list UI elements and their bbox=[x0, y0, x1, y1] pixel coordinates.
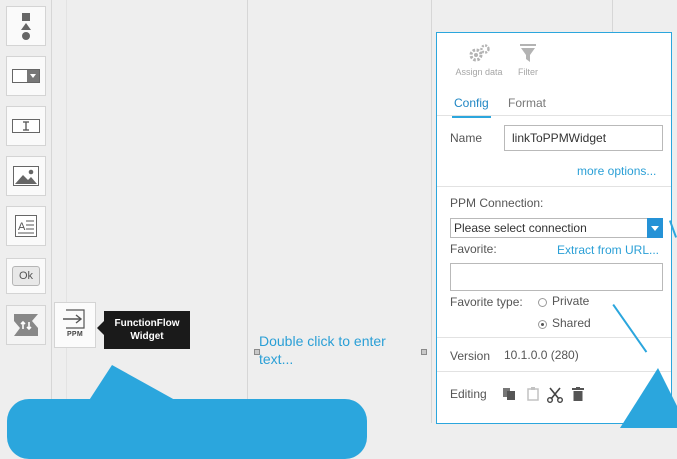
radio-private-button[interactable] bbox=[538, 298, 547, 307]
text-block-icon: A bbox=[15, 215, 37, 237]
connection-select-value: Please select connection bbox=[454, 221, 587, 235]
image-tool[interactable] bbox=[6, 156, 46, 196]
function-flow-tool[interactable] bbox=[6, 305, 46, 345]
more-options-link[interactable]: more options... bbox=[577, 164, 656, 178]
tooltip-line: Widget bbox=[130, 331, 164, 342]
filter-button[interactable]: Filter bbox=[511, 43, 545, 77]
cut-icon[interactable] bbox=[547, 387, 563, 403]
name-field[interactable]: linkToPPMWidget bbox=[504, 125, 663, 151]
radio-shared-button[interactable] bbox=[538, 320, 547, 329]
tooltip: FunctionFlow Widget bbox=[97, 311, 190, 349]
text-input-icon bbox=[12, 119, 40, 133]
tab-format[interactable]: Format bbox=[508, 96, 546, 110]
rich-text-tool[interactable]: A bbox=[6, 206, 46, 246]
panel-tabs: Config Format bbox=[437, 91, 671, 118]
tooltip-line: FunctionFlow bbox=[114, 318, 180, 329]
tab-config[interactable]: Config bbox=[452, 96, 491, 118]
panel-toolbar: Assign data Filter bbox=[437, 33, 671, 89]
grid-line bbox=[247, 0, 248, 423]
radio-private-label[interactable]: Private bbox=[552, 294, 589, 308]
gears-icon bbox=[469, 44, 490, 62]
ok-button-icon: Ok bbox=[12, 266, 40, 286]
textbox-tool[interactable] bbox=[6, 106, 46, 146]
text-widget[interactable]: Double click to enter text... bbox=[259, 332, 419, 368]
divider bbox=[437, 186, 671, 187]
paste-icon[interactable] bbox=[526, 387, 540, 401]
text-widget-line: Double click to enter bbox=[259, 333, 386, 349]
favorite-label: Favorite: bbox=[450, 242, 497, 256]
connection-label: PPM Connection: bbox=[450, 196, 544, 210]
grid-line bbox=[66, 0, 67, 423]
image-icon bbox=[13, 166, 39, 186]
delete-icon[interactable] bbox=[572, 387, 584, 401]
shapes-tool[interactable] bbox=[6, 6, 46, 46]
chevron-down-icon[interactable] bbox=[647, 218, 663, 238]
connection-select[interactable]: Please select connection bbox=[450, 218, 663, 238]
extract-from-url-link[interactable]: Extract from URL... bbox=[557, 243, 659, 257]
properties-panel: Assign data Filter Config Format Name li… bbox=[436, 32, 672, 424]
function-flow-icon bbox=[14, 314, 38, 336]
dropdown-icon bbox=[12, 69, 40, 83]
ppm-widget-tool[interactable]: PPM bbox=[54, 302, 96, 348]
callout-bubble bbox=[7, 399, 367, 459]
arrow-into-box-icon bbox=[63, 309, 85, 329]
grid-line bbox=[431, 0, 432, 423]
editing-label: Editing bbox=[450, 387, 487, 401]
svg-text:A: A bbox=[18, 221, 26, 233]
assign-data-button[interactable]: Assign data bbox=[449, 43, 509, 77]
dropdown-tool[interactable] bbox=[6, 56, 46, 96]
version-label: Version bbox=[450, 349, 491, 363]
filter-label: Filter bbox=[518, 67, 538, 77]
callout-pointer bbox=[620, 368, 677, 428]
ppm-tool-label: PPM bbox=[66, 331, 84, 338]
name-label: Name bbox=[450, 131, 483, 145]
favorite-field[interactable] bbox=[450, 263, 663, 291]
radio-shared-label[interactable]: Shared bbox=[552, 316, 591, 330]
filter-icon bbox=[520, 44, 536, 62]
shapes-icon bbox=[21, 13, 31, 40]
text-widget-line: text... bbox=[259, 351, 294, 367]
version-value: 10.1.0.0 (280) bbox=[504, 348, 579, 362]
grid-line bbox=[51, 0, 52, 423]
resize-handle[interactable] bbox=[421, 349, 427, 355]
copy-icon[interactable] bbox=[502, 387, 516, 401]
favorite-type-label: Favorite type: bbox=[450, 295, 523, 309]
assign-data-label: Assign data bbox=[455, 67, 503, 77]
ok-button-tool[interactable]: Ok bbox=[6, 258, 46, 294]
